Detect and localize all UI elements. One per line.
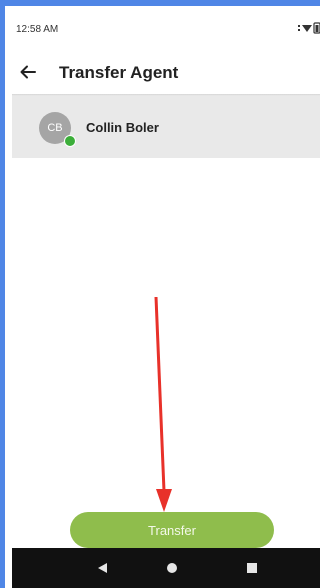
- arrow-left-icon[interactable]: [16, 60, 40, 84]
- android-nav-bar: [12, 548, 320, 588]
- screenshot-frame-left: [0, 0, 5, 588]
- wifi-icon: [298, 22, 320, 34]
- screenshot-frame-top: [0, 0, 320, 6]
- status-icons: [298, 22, 320, 37]
- transfer-button[interactable]: Transfer: [70, 512, 274, 548]
- recents-square-icon[interactable]: [232, 548, 272, 588]
- avatar-initials: CB: [47, 122, 63, 134]
- annotation-arrow-icon: [154, 297, 172, 512]
- home-circle-icon[interactable]: [152, 548, 192, 588]
- agent-list-item[interactable]: CB Collin Boler: [12, 96, 320, 158]
- status-time: 12:58 AM: [16, 24, 59, 35]
- page-title: Transfer Agent: [59, 63, 179, 82]
- agent-name: Collin Boler: [86, 120, 159, 135]
- app-bar: Transfer Agent: [12, 54, 320, 94]
- online-status-dot: [64, 135, 76, 147]
- phone-screen: 12:58 AM Transfer Agent CB Collin Boler: [12, 10, 320, 588]
- back-triangle-icon[interactable]: [82, 548, 122, 588]
- status-bar: 12:58 AM: [12, 10, 320, 42]
